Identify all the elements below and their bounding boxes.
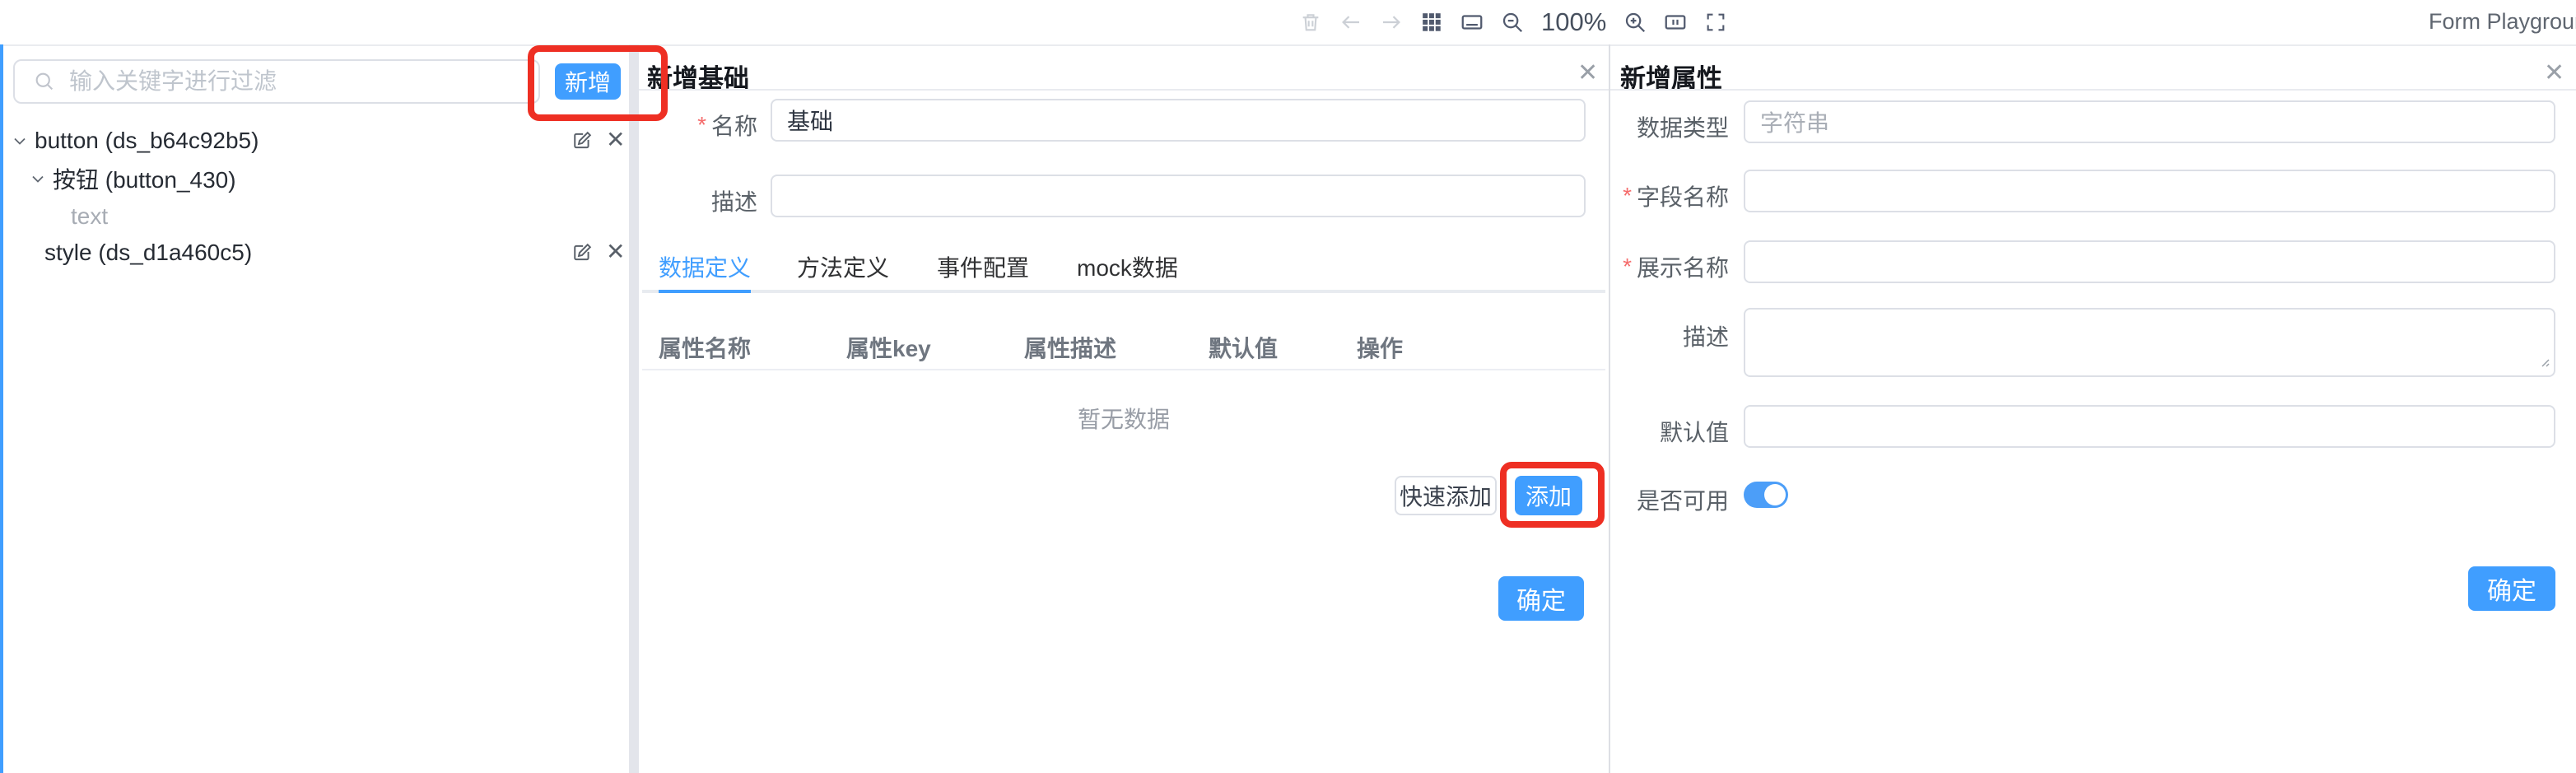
resize-grip-icon[interactable] (2537, 355, 2550, 372)
app-root: 100% Form Playground F 新增 button (ds_b64… (0, 0, 2576, 773)
tab-data-definition[interactable]: 数据定义 (659, 250, 751, 283)
attr-desc-textarea-wrap (1744, 308, 2555, 377)
column-header-actions: 操作 (1357, 331, 1403, 364)
enabled-toggle[interactable] (1744, 482, 1788, 508)
fullscreen-icon[interactable] (1703, 9, 1729, 35)
search-icon (33, 70, 56, 93)
canvas-tool-group: 100% (1297, 0, 1729, 44)
attr-desc-textarea[interactable] (1744, 308, 2555, 377)
close-icon[interactable]: ✕ (2544, 61, 2564, 86)
tab-mock-data[interactable]: mock数据 (1077, 250, 1178, 283)
panel-layout-icon[interactable] (1662, 9, 1689, 35)
table-header-divider (642, 369, 1605, 370)
search-input[interactable] (68, 68, 538, 95)
attr-desc-label: 描述 (1610, 319, 1729, 352)
tree-search-box (13, 59, 540, 104)
display-name-input[interactable] (1744, 240, 2555, 283)
delete-icon[interactable] (1297, 9, 1324, 35)
desc-input[interactable] (771, 175, 1586, 217)
data-type-label: 数据类型 (1610, 110, 1729, 143)
attr-dialog-header-divider (1610, 89, 2576, 91)
keyboard-icon[interactable] (1459, 9, 1485, 35)
tab-active-indicator (659, 290, 751, 293)
desc-field-label: 描述 (639, 184, 757, 217)
required-asterisk: * (1623, 183, 1632, 209)
middle-right-divider (1609, 44, 1610, 773)
enabled-label: 是否可用 (1610, 483, 1729, 516)
empty-state-text: 暂无数据 (642, 402, 1605, 435)
tree-row-button[interactable]: button (ds_b64c92b5) (0, 123, 629, 158)
edit-icon[interactable] (570, 240, 594, 265)
tree-node-label: 按钮 (button_430) (53, 162, 236, 195)
close-icon[interactable]: ✕ (1577, 61, 1598, 86)
tree-node-label: text (71, 203, 108, 230)
close-icon[interactable]: ✕ (606, 240, 625, 263)
chevron-down-icon[interactable] (28, 169, 48, 189)
tab-method-definition[interactable]: 方法定义 (797, 250, 889, 283)
top-toolbar (0, 0, 2576, 46)
edit-icon[interactable] (570, 128, 594, 153)
annotation-rect-add-button (528, 45, 668, 121)
chevron-down-icon[interactable] (10, 131, 30, 151)
default-value-label: 默认值 (1610, 415, 1729, 448)
tree-row-text[interactable]: text (0, 199, 629, 234)
default-value-input[interactable] (1744, 405, 2555, 448)
zoom-level-value: 100% (1540, 7, 1608, 37)
tab-track (642, 290, 1605, 293)
quick-add-button[interactable]: 快速添加 (1395, 476, 1497, 515)
attr-dialog-confirm-button[interactable]: 确定 (2468, 566, 2555, 611)
toggle-knob (1764, 484, 1786, 505)
data-type-select[interactable] (1744, 100, 2555, 143)
tree-node-label: button (ds_b64c92b5) (35, 128, 259, 154)
column-header-attr-key: 属性key (846, 331, 931, 364)
required-asterisk: * (697, 112, 706, 138)
app-title: Form Playground F (2429, 9, 2576, 35)
column-header-default: 默认值 (1209, 331, 1278, 364)
tree-row-anniu[interactable]: 按钮 (button_430) (0, 161, 629, 196)
base-dialog-header-divider (639, 89, 1609, 91)
field-name-input[interactable] (1744, 170, 2555, 212)
redo-arrow-icon[interactable] (1378, 9, 1404, 35)
tab-event-config[interactable]: 事件配置 (937, 250, 1029, 283)
field-name-label: * 字段名称 (1610, 179, 1729, 212)
zoom-in-icon[interactable] (1622, 9, 1648, 35)
annotation-rect-add-row-button (1500, 462, 1605, 528)
name-input[interactable] (771, 99, 1586, 142)
tree-row-style[interactable]: style (ds_d1a460c5) (0, 235, 629, 270)
panel-splitter (629, 44, 639, 773)
tree-node-label: style (ds_d1a460c5) (44, 240, 252, 266)
required-asterisk: * (1623, 254, 1632, 280)
undo-arrow-icon[interactable] (1338, 9, 1364, 35)
column-header-attr-name: 属性名称 (659, 331, 751, 364)
base-dialog-confirm-button[interactable]: 确定 (1498, 576, 1584, 621)
close-icon[interactable]: ✕ (606, 128, 625, 151)
grid-icon[interactable] (1418, 9, 1445, 35)
column-header-attr-desc: 属性描述 (1024, 331, 1116, 364)
display-name-label: * 展示名称 (1610, 250, 1729, 283)
zoom-out-icon[interactable] (1499, 9, 1526, 35)
